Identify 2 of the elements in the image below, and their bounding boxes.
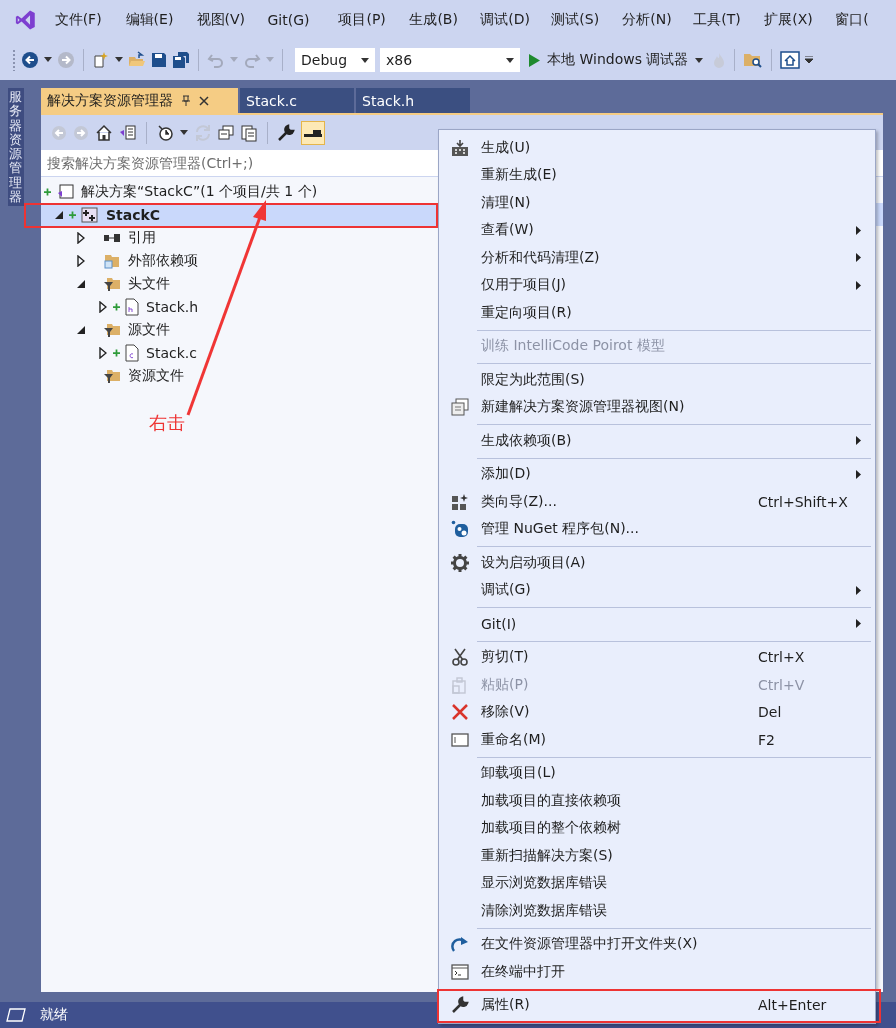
annotation-text: 右击 [149,411,185,435]
status-text: 就绪 [40,1006,68,1024]
